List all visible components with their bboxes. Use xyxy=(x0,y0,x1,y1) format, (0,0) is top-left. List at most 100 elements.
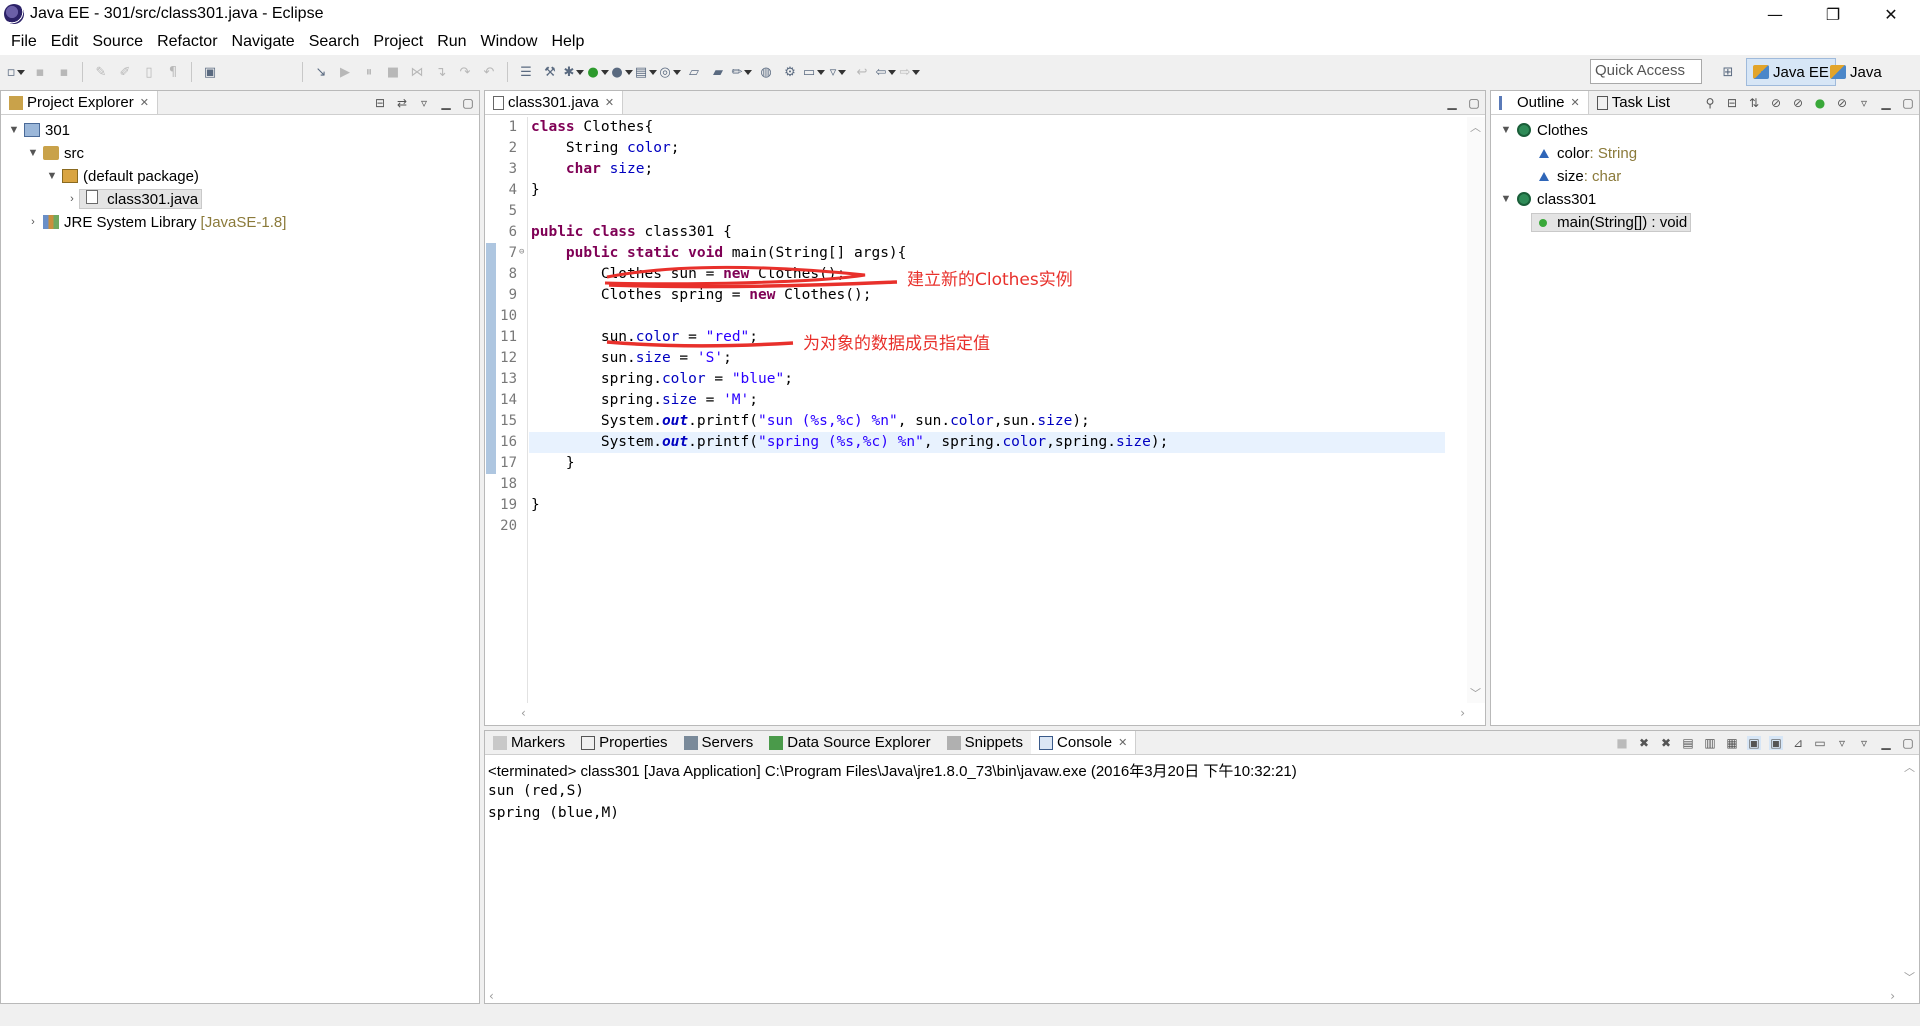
scroll-right-icon[interactable]: › xyxy=(1460,706,1465,720)
minimize-view-icon[interactable]: ▁ xyxy=(439,96,453,110)
clear-console-icon[interactable]: ▤ xyxy=(1681,736,1695,750)
last-edit-icon[interactable]: ↩ xyxy=(852,62,872,82)
step-return-icon[interactable]: ↶ xyxy=(479,62,499,82)
scroll-up-icon[interactable]: ︿ xyxy=(1470,119,1481,135)
next-annotation-icon[interactable]: ▿ xyxy=(828,62,848,82)
pin-console-icon[interactable]: ⊿ xyxy=(1791,736,1805,750)
view-menu-icon[interactable]: ▿ xyxy=(1857,736,1871,750)
tree-item-src[interactable]: ▼ src xyxy=(26,142,84,164)
editor-vertical-scrollbar[interactable]: ︿ ﹀ xyxy=(1467,117,1485,703)
view-menu-icon[interactable]: ▿ xyxy=(1857,96,1871,110)
scroll-down-icon[interactable]: ﹀ xyxy=(1470,685,1481,701)
open-type-icon[interactable]: ▱ xyxy=(684,62,704,82)
view-menu-icon[interactable]: ▿ xyxy=(417,96,431,110)
show-on-stderr-icon[interactable]: ▣ xyxy=(1769,736,1783,750)
perspective-java-ee[interactable]: Java EE xyxy=(1746,58,1836,86)
show-whitespace-icon[interactable]: ¶ xyxy=(163,62,183,82)
minimize-view-icon[interactable]: ▁ xyxy=(1879,736,1893,750)
close-tab-icon[interactable]: ✕ xyxy=(1571,96,1580,109)
scroll-right-icon[interactable]: › xyxy=(1890,989,1895,1003)
word-wrap-icon[interactable]: ▦ xyxy=(1725,736,1739,750)
scroll-up-icon[interactable]: ︿ xyxy=(1904,759,1915,775)
tab-snippets[interactable]: Snippets xyxy=(939,731,1031,754)
tab-class301-java[interactable]: class301.java ✕ xyxy=(485,91,624,114)
quick-access-input[interactable]: Quick Access xyxy=(1590,59,1702,84)
menu-edit[interactable]: Edit xyxy=(44,33,86,51)
display-selected-console-icon[interactable]: ▭ xyxy=(1813,736,1827,750)
menu-navigate[interactable]: Navigate xyxy=(225,33,302,51)
step-into-icon[interactable]: ↴ xyxy=(431,62,451,82)
perspective-java[interactable]: Java xyxy=(1824,58,1888,86)
open-folder-icon[interactable]: ▰ xyxy=(708,62,728,82)
build-icon[interactable]: ⚒ xyxy=(540,62,560,82)
tab-console[interactable]: Console ✕ xyxy=(1031,731,1137,754)
tab-outline[interactable]: Outline ✕ xyxy=(1491,91,1589,114)
menu-source[interactable]: Source xyxy=(85,33,150,51)
console-icon[interactable]: ▣ xyxy=(200,62,220,82)
new-icon[interactable]: ▫ xyxy=(6,62,26,82)
resume-icon[interactable]: ▶ xyxy=(335,62,355,82)
hide-fields-icon[interactable]: ⊘ xyxy=(1769,96,1783,110)
outline-item-color-field[interactable]: color : String xyxy=(1535,142,1637,164)
terminate-icon[interactable]: ■ xyxy=(1615,736,1629,750)
tree-item-project[interactable]: ▼ 301 xyxy=(7,119,70,141)
outline-item-clothes[interactable]: ▼ Clothes xyxy=(1499,119,1588,141)
close-tab-icon[interactable]: ✕ xyxy=(1118,736,1127,749)
close-tab-icon[interactable]: ✕ xyxy=(605,96,614,109)
maximize-view-icon[interactable]: ▢ xyxy=(1901,736,1915,750)
chevron-down-icon[interactable]: ▼ xyxy=(1499,124,1513,136)
hide-static-icon[interactable]: ⊘ xyxy=(1791,96,1805,110)
disconnect-icon[interactable]: ⋈ xyxy=(407,62,427,82)
debug-icon[interactable]: ✱ xyxy=(564,62,584,82)
coverage-icon[interactable]: ● xyxy=(611,62,632,82)
tab-servers[interactable]: Servers xyxy=(676,731,762,754)
scroll-left-icon[interactable]: ‹ xyxy=(489,989,494,1003)
save-all-icon[interactable]: ▪ xyxy=(54,62,74,82)
scroll-left-icon[interactable]: ‹ xyxy=(521,706,526,720)
focus-icon[interactable]: ⚲ xyxy=(1703,96,1717,110)
console-output[interactable]: <terminated> class301 [Java Application]… xyxy=(485,757,1919,1003)
open-console-icon[interactable]: ☰ xyxy=(516,62,536,82)
menu-help[interactable]: Help xyxy=(544,33,591,51)
pin-icon[interactable]: ✎ xyxy=(91,62,111,82)
minimize-view-icon[interactable]: ▁ xyxy=(1445,96,1459,110)
collapse-all-icon[interactable]: ⊟ xyxy=(1725,96,1739,110)
remove-all-terminated-icon[interactable]: ✖ xyxy=(1659,736,1673,750)
toggle-icon[interactable]: ▯ xyxy=(139,62,159,82)
annotation-icon[interactable]: ▭ xyxy=(803,62,824,82)
close-button[interactable]: ✕ xyxy=(1862,0,1920,28)
maximize-view-icon[interactable]: ▢ xyxy=(1467,96,1481,110)
search-icon[interactable]: ✏ xyxy=(732,62,752,82)
outline-item-class301[interactable]: ▼ class301 xyxy=(1499,188,1597,210)
link-with-editor-icon[interactable]: ⇄ xyxy=(395,96,409,110)
menu-search[interactable]: Search xyxy=(302,33,367,51)
tab-properties[interactable]: Properties xyxy=(573,731,675,754)
chevron-down-icon[interactable]: ▼ xyxy=(45,170,59,182)
suspend-icon[interactable]: ⏸ xyxy=(359,62,379,82)
open-console-icon[interactable]: ▿ xyxy=(1835,736,1849,750)
back-icon[interactable]: ⇦ xyxy=(876,62,896,82)
tree-item-default-package[interactable]: ▼ (default package) xyxy=(45,165,199,187)
run-icon[interactable]: ● xyxy=(587,62,608,82)
outline-item-size-field[interactable]: size : char xyxy=(1535,165,1621,187)
save-icon[interactable]: ▪ xyxy=(30,62,50,82)
maximize-view-icon[interactable]: ▢ xyxy=(1901,96,1915,110)
collapse-all-icon[interactable]: ⊟ xyxy=(373,96,387,110)
hide-non-public-icon[interactable]: ● xyxy=(1813,96,1827,110)
tree-item-class301-java[interactable]: › class301.java xyxy=(65,188,203,210)
menu-refactor[interactable]: Refactor xyxy=(150,33,224,51)
restore-button[interactable]: ❐ xyxy=(1804,0,1862,28)
chevron-down-icon[interactable]: ▼ xyxy=(26,147,40,159)
tab-task-list[interactable]: Task List xyxy=(1589,91,1678,114)
menu-run[interactable]: Run xyxy=(430,33,473,51)
outline-item-main-method[interactable]: main(String[]) : void xyxy=(1531,211,1692,233)
code-editor[interactable]: 1 2 3 4 5 6 7 8 9 10 11 12 13 14 15 16 1… xyxy=(485,117,1485,703)
remove-launch-icon[interactable]: ✖ xyxy=(1637,736,1651,750)
show-on-stdout-icon[interactable]: ▣ xyxy=(1747,736,1761,750)
open-perspective-icon[interactable]: ⊞ xyxy=(1718,62,1738,82)
chevron-right-icon[interactable]: › xyxy=(65,193,79,205)
external-tools-icon[interactable]: ▤ xyxy=(635,62,656,82)
menu-file[interactable]: File xyxy=(4,33,44,51)
edit-icon[interactable]: ✐ xyxy=(115,62,135,82)
new-java-class-icon[interactable]: ◎ xyxy=(659,62,680,82)
